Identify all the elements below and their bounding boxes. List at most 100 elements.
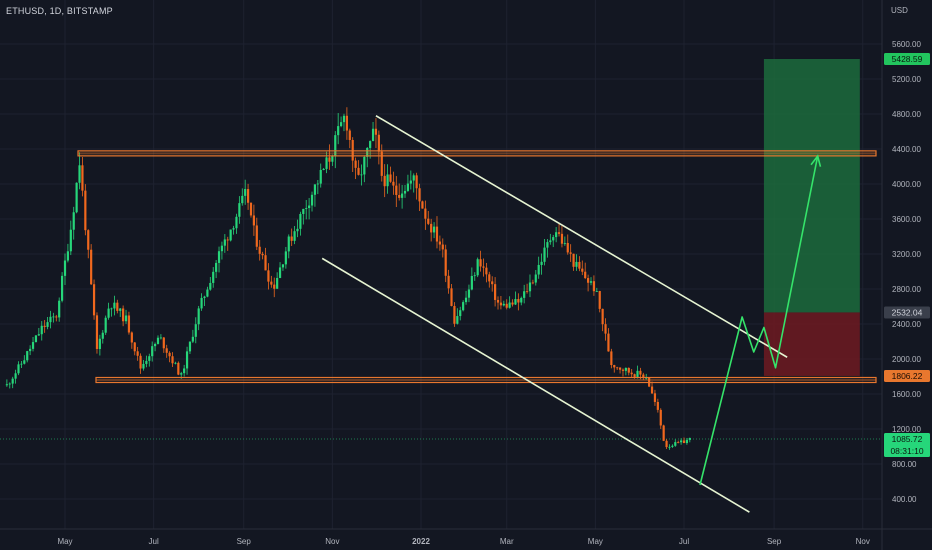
candle-body bbox=[66, 251, 70, 261]
candle-body bbox=[92, 284, 96, 316]
candle-body bbox=[200, 297, 203, 309]
candle-body bbox=[537, 264, 540, 275]
candle-body bbox=[555, 232, 558, 238]
candle-body bbox=[540, 261, 543, 265]
candle-body bbox=[479, 259, 482, 267]
candle-body bbox=[142, 363, 145, 369]
entry-price-label-value: 2532.04 bbox=[892, 307, 923, 317]
candle-body bbox=[560, 233, 564, 244]
candle-body bbox=[180, 373, 183, 375]
candle-body bbox=[241, 195, 244, 204]
candle-down bbox=[84, 184, 87, 236]
candle-body bbox=[409, 180, 412, 184]
candle-body bbox=[310, 194, 314, 206]
candle-body bbox=[613, 365, 616, 368]
x-tick-label: Jul bbox=[149, 537, 159, 546]
candle-body bbox=[662, 425, 665, 441]
candle-body bbox=[459, 310, 462, 317]
candle-body bbox=[145, 360, 148, 364]
candle-body bbox=[363, 156, 366, 175]
y-tick-label: 400.00 bbox=[892, 495, 917, 504]
candle-body bbox=[185, 351, 189, 369]
candle-body bbox=[342, 115, 346, 123]
candle-body bbox=[595, 291, 598, 292]
candle-body bbox=[14, 373, 17, 379]
candle-body bbox=[229, 229, 232, 241]
y-tick-label: 2800.00 bbox=[892, 285, 921, 294]
last-price-label: 1085.72 08:31:10 bbox=[884, 432, 930, 457]
candle-body bbox=[261, 253, 264, 256]
candle-body bbox=[116, 302, 119, 311]
y-tick-label: 5600.00 bbox=[892, 40, 921, 49]
candle-down bbox=[92, 279, 96, 320]
candle-body bbox=[34, 335, 38, 343]
candle-body bbox=[488, 274, 491, 282]
candle-body bbox=[450, 288, 453, 306]
x-tick-label: Jul bbox=[679, 537, 689, 546]
candle-body bbox=[671, 445, 674, 447]
candle-body bbox=[517, 299, 520, 303]
candle-up bbox=[75, 182, 78, 214]
x-tick-label: Nov bbox=[856, 537, 870, 546]
candle-body bbox=[549, 240, 552, 243]
candle-body bbox=[421, 201, 424, 209]
candle-body bbox=[607, 333, 610, 352]
candle-body bbox=[627, 367, 630, 373]
candle-body bbox=[482, 266, 485, 268]
candle-down bbox=[421, 200, 424, 209]
candle-body bbox=[543, 247, 546, 262]
candle-up bbox=[60, 272, 64, 303]
y-tick-label: 4800.00 bbox=[892, 110, 921, 119]
candle-body bbox=[618, 367, 622, 370]
candle-body bbox=[43, 325, 46, 327]
loss-zone bbox=[763, 312, 860, 376]
price-chart[interactable]: 400.00 800.00 1200.00 1600.00 2000.00 2400.00… bbox=[0, 0, 932, 550]
candle-body bbox=[453, 305, 456, 324]
candle-body bbox=[40, 325, 43, 335]
candle-body bbox=[639, 370, 642, 375]
candle-body bbox=[104, 317, 107, 333]
position-zones bbox=[763, 58, 860, 376]
candle-body bbox=[20, 363, 23, 365]
candle-body bbox=[636, 370, 639, 377]
candle-body bbox=[223, 239, 226, 246]
candle-body bbox=[418, 188, 421, 202]
entry-price-label: 2532.04 bbox=[884, 306, 930, 319]
candle-body bbox=[90, 249, 93, 285]
candle-body bbox=[575, 261, 578, 267]
candle-body bbox=[270, 281, 273, 285]
candle-body bbox=[587, 278, 590, 283]
candle-body bbox=[339, 122, 343, 127]
candle-body bbox=[252, 215, 255, 226]
candle-body bbox=[244, 189, 247, 196]
candle-body bbox=[5, 384, 8, 386]
candle-body bbox=[447, 275, 450, 289]
candle-body bbox=[151, 346, 154, 357]
candle-body bbox=[462, 302, 465, 311]
candle-body bbox=[659, 409, 662, 426]
candle-body bbox=[101, 332, 104, 339]
candle-body bbox=[293, 231, 296, 241]
candle-body bbox=[403, 190, 407, 194]
candle-body bbox=[354, 160, 357, 168]
candle-body bbox=[496, 299, 500, 303]
candle-body bbox=[476, 259, 479, 276]
candle-body bbox=[63, 260, 67, 276]
candle-body bbox=[601, 308, 604, 325]
candle-up bbox=[34, 335, 38, 343]
currency-label: USD bbox=[891, 6, 908, 15]
target-price-label-value: 5428.59 bbox=[892, 54, 923, 64]
y-tick-label: 1600.00 bbox=[892, 390, 921, 399]
candle-body bbox=[345, 115, 348, 131]
candle-body bbox=[688, 437, 691, 440]
candle-body bbox=[58, 300, 61, 318]
candle-body bbox=[502, 303, 505, 306]
candle-body bbox=[60, 275, 64, 301]
candle-body bbox=[95, 315, 99, 349]
candle-body bbox=[215, 262, 218, 272]
candle-body bbox=[98, 338, 101, 349]
candle-body bbox=[621, 369, 625, 371]
candle-body bbox=[624, 367, 627, 371]
candle-body bbox=[528, 282, 532, 292]
y-tick-label: 3200.00 bbox=[892, 250, 921, 259]
